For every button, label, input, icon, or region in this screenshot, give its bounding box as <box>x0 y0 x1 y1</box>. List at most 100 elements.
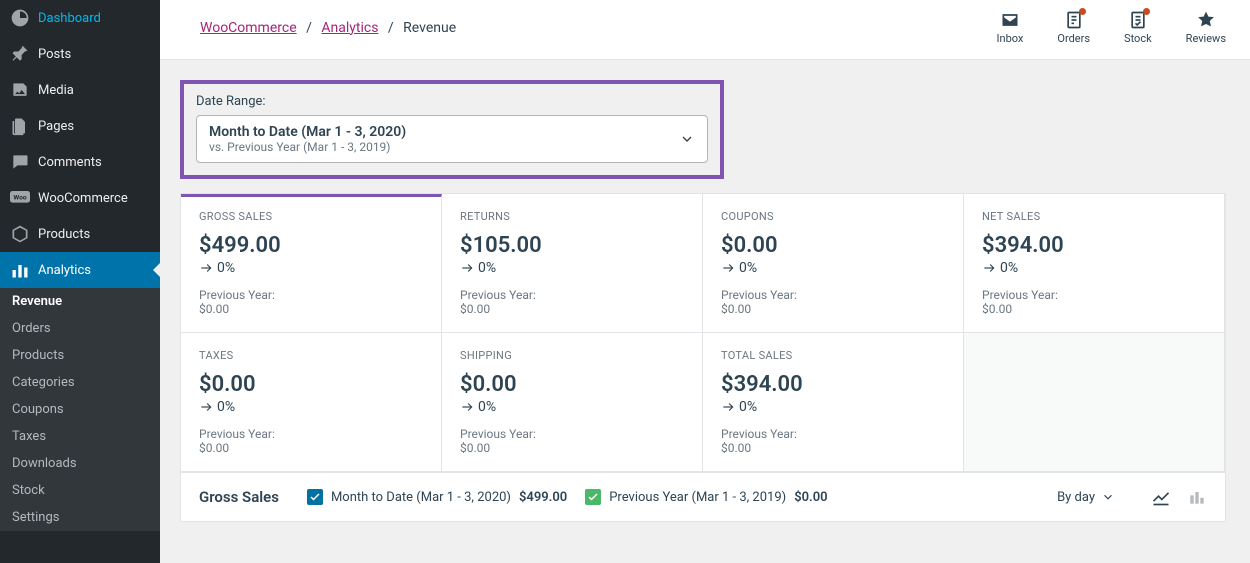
pages-icon <box>10 116 30 136</box>
svg-text:Woo: Woo <box>13 193 26 201</box>
card-previous: Previous Year:$0.00 <box>199 427 423 455</box>
legend-current[interactable]: Month to Date (Mar 1 - 3, 2020) $499.00 <box>307 489 567 505</box>
arrow-right-icon <box>199 400 213 414</box>
stock-icon <box>1128 10 1148 30</box>
content-area: Date Range: Month to Date (Mar 1 - 3, 20… <box>160 60 1250 563</box>
card-previous: Previous Year:$0.00 <box>721 288 945 316</box>
sidebar-item-analytics[interactable]: Analytics <box>0 252 160 288</box>
arrow-right-icon <box>721 261 735 275</box>
sidebar-item-media[interactable]: Media <box>0 72 160 108</box>
sidebar-item-label: Media <box>38 83 74 98</box>
arrow-right-icon <box>982 261 996 275</box>
summary-card-shipping[interactable]: SHIPPING $0.00 0% Previous Year:$0.00 <box>442 333 703 472</box>
reviews-icon <box>1196 10 1216 30</box>
admin-sidebar: Dashboard Posts Media Pages Comments Woo WooCo… <box>0 0 160 563</box>
card-label: SHIPPING <box>460 349 684 362</box>
sidebar-item-label: Pages <box>38 119 74 134</box>
submenu-item-products[interactable]: Products <box>0 342 160 369</box>
topbar: WooCommerce / Analytics / Revenue Inbox O… <box>160 0 1250 60</box>
legend-previous[interactable]: Previous Year (Mar 1 - 3, 2019) $0.00 <box>585 489 827 505</box>
card-previous: Previous Year:$0.00 <box>721 427 945 455</box>
card-value: $0.00 <box>721 233 945 258</box>
breadcrumb-woocommerce[interactable]: WooCommerce <box>200 20 297 36</box>
card-value: $394.00 <box>721 372 945 397</box>
notification-dot <box>1143 8 1150 15</box>
media-icon <box>10 80 30 100</box>
card-value: $105.00 <box>460 233 684 258</box>
header-icon-reviews[interactable]: Reviews <box>1186 10 1226 45</box>
header-icon-orders[interactable]: Orders <box>1057 10 1090 45</box>
breadcrumb-analytics[interactable]: Analytics <box>321 20 378 36</box>
summary-card-returns[interactable]: RETURNS $105.00 0% Previous Year:$0.00 <box>442 194 703 333</box>
card-label: NET SALES <box>982 210 1206 223</box>
submenu-item-orders[interactable]: Orders <box>0 315 160 342</box>
summary-card-coupons[interactable]: COUPONS$0.00 0%Previous Year:$0.00 <box>703 194 964 333</box>
pin-icon <box>10 44 30 64</box>
analytics-submenu: RevenueOrdersProductsCategoriesCouponsTa… <box>0 288 160 531</box>
header-icon-stock[interactable]: Stock <box>1124 10 1152 45</box>
woo-icon: Woo <box>10 188 30 208</box>
submenu-item-stock[interactable]: Stock <box>0 477 160 504</box>
interval-selector[interactable]: By day <box>1057 490 1115 505</box>
card-previous: Previous Year:$0.00 <box>460 427 684 455</box>
sidebar-item-pages[interactable]: Pages <box>0 108 160 144</box>
submenu-item-taxes[interactable]: Taxes <box>0 423 160 450</box>
card-change: 0% <box>199 260 423 276</box>
sidebar-item-posts[interactable]: Posts <box>0 36 160 72</box>
sidebar-item-label: Products <box>38 227 90 242</box>
date-range-primary: Month to Date (Mar 1 - 3, 2020) <box>209 124 667 140</box>
summary-card-gross-sales[interactable]: GROSS SALES$499.00 0%Previous Year:$0.00 <box>181 194 442 333</box>
card-label: RETURNS <box>460 210 684 223</box>
card-label: COUPONS <box>721 210 945 223</box>
date-range-selector[interactable]: Month to Date (Mar 1 - 3, 2020) vs. Prev… <box>196 115 708 163</box>
card-change: 0% <box>460 260 684 276</box>
submenu-item-settings[interactable]: Settings <box>0 504 160 531</box>
arrow-right-icon <box>460 400 474 414</box>
checkbox-icon <box>307 489 323 505</box>
chart-title: Gross Sales <box>199 488 279 506</box>
header-icon-inbox[interactable]: Inbox <box>997 10 1024 45</box>
card-previous: Previous Year:$0.00 <box>460 288 684 316</box>
card-label: GROSS SALES <box>199 210 423 223</box>
chart-header: Gross Sales Month to Date (Mar 1 - 3, 20… <box>180 473 1226 522</box>
sidebar-item-comments[interactable]: Comments <box>0 144 160 180</box>
card-label: TAXES <box>199 349 423 362</box>
sidebar-item-label: Posts <box>38 47 71 62</box>
summary-card-net-sales[interactable]: NET SALES$394.00 0%Previous Year:$0.00 <box>964 194 1225 333</box>
date-range-secondary: vs. Previous Year (Mar 1 - 3, 2019) <box>209 140 667 154</box>
submenu-item-categories[interactable]: Categories <box>0 369 160 396</box>
arrow-right-icon <box>721 400 735 414</box>
main-content: WooCommerce / Analytics / Revenue Inbox O… <box>160 0 1250 563</box>
date-range-label: Date Range: <box>196 94 708 109</box>
chevron-down-icon <box>1101 490 1115 504</box>
card-value: $0.00 <box>199 372 423 397</box>
card-value: $0.00 <box>460 372 684 397</box>
submenu-item-downloads[interactable]: Downloads <box>0 450 160 477</box>
submenu-item-coupons[interactable]: Coupons <box>0 396 160 423</box>
inbox-icon <box>1000 10 1020 30</box>
bar-chart-icon[interactable] <box>1187 487 1207 507</box>
card-previous: Previous Year:$0.00 <box>199 288 423 316</box>
sidebar-item-label: WooCommerce <box>38 191 128 206</box>
sidebar-item-dashboard[interactable]: Dashboard <box>0 0 160 36</box>
card-change: 0% <box>721 399 945 415</box>
arrow-right-icon <box>199 261 213 275</box>
card-change: 0% <box>199 399 423 415</box>
sidebar-item-products[interactable]: Products <box>0 216 160 252</box>
checkbox-icon <box>585 489 601 505</box>
analytics-icon <box>10 260 30 280</box>
submenu-item-revenue[interactable]: Revenue <box>0 288 160 315</box>
breadcrumb: WooCommerce / Analytics / Revenue <box>200 20 456 36</box>
sidebar-item-woocommerce[interactable]: Woo WooCommerce <box>0 180 160 216</box>
summary-card-total-sales[interactable]: TOTAL SALES$394.00 0%Previous Year:$0.00 <box>703 333 964 472</box>
date-range-highlight: Date Range: Month to Date (Mar 1 - 3, 20… <box>180 80 724 179</box>
summary-card-taxes[interactable]: TAXES $0.00 0% Previous Year:$0.00 <box>181 333 442 472</box>
chevron-down-icon <box>679 131 695 147</box>
card-previous: Previous Year:$0.00 <box>982 288 1206 316</box>
dashboard-icon <box>10 8 30 28</box>
card-change: 0% <box>460 399 684 415</box>
line-chart-icon[interactable] <box>1151 487 1171 507</box>
card-value: $394.00 <box>982 233 1206 258</box>
sidebar-item-label: Comments <box>38 155 102 170</box>
arrow-right-icon <box>460 261 474 275</box>
